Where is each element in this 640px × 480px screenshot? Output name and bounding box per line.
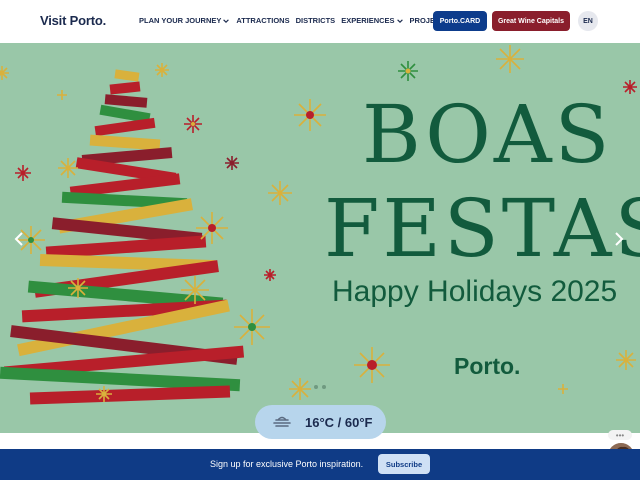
site-logo[interactable]: Visit Porto. [40,13,106,28]
carousel-prev-button[interactable] [12,229,26,249]
chevron-down-icon [223,18,230,23]
nav-districts[interactable]: DISTRICTS [296,16,336,25]
nav-label: PLAN YOUR JOURNEY [139,16,222,25]
carousel-dot[interactable] [314,385,318,389]
carousel-pagination [314,385,326,389]
weather-widget: 16°C / 60°F [255,405,386,439]
ellipsis-icon[interactable]: ••• [608,430,632,440]
chevron-left-icon [14,232,23,246]
fog-icon [273,416,291,427]
nav-label: EXPERIENCES [341,16,395,25]
hero-title-line-1: BOAS [362,88,613,181]
language-selector[interactable]: EN [578,11,598,31]
nav-plan-your-journey[interactable]: PLAN YOUR JOURNEY [139,16,230,25]
hero-title-line-2: FESTAS [324,182,640,275]
porto-card-button[interactable]: Porto.CARD [433,11,487,31]
site-header: Visit Porto. PLAN YOUR JOURNEY ATTRACTIO… [0,0,640,43]
carousel-dot[interactable] [322,385,326,389]
nav-attractions[interactable]: ATTRACTIONS [236,16,289,25]
newsletter-text: Sign up for exclusive Porto inspiration. [210,459,364,469]
main-nav: PLAN YOUR JOURNEY ATTRACTIONS DISTRICTS … [139,16,459,25]
great-wine-capitals-button[interactable]: Great Wine Capitals [492,11,570,31]
subscribe-button[interactable]: Subscribe [378,454,430,474]
ribbon-tree [0,69,245,405]
newsletter-bar: Sign up for exclusive Porto inspiration.… [0,449,640,480]
hero-subtitle: Happy Holidays 2025 [332,275,618,308]
nav-experiences[interactable]: EXPERIENCES [341,16,403,25]
weather-temperature: 16°C / 60°F [305,414,373,430]
carousel-next-button[interactable] [612,229,626,249]
nav-label: DISTRICTS [295,16,336,25]
chevron-down-icon [396,18,403,23]
porto-brand-mark: Porto. [454,353,521,379]
hero-banner: BOAS FESTAS Happy Holidays 2025 Porto. [0,43,640,433]
nav-label: ATTRACTIONS [236,16,290,25]
chevron-right-icon [615,232,624,246]
